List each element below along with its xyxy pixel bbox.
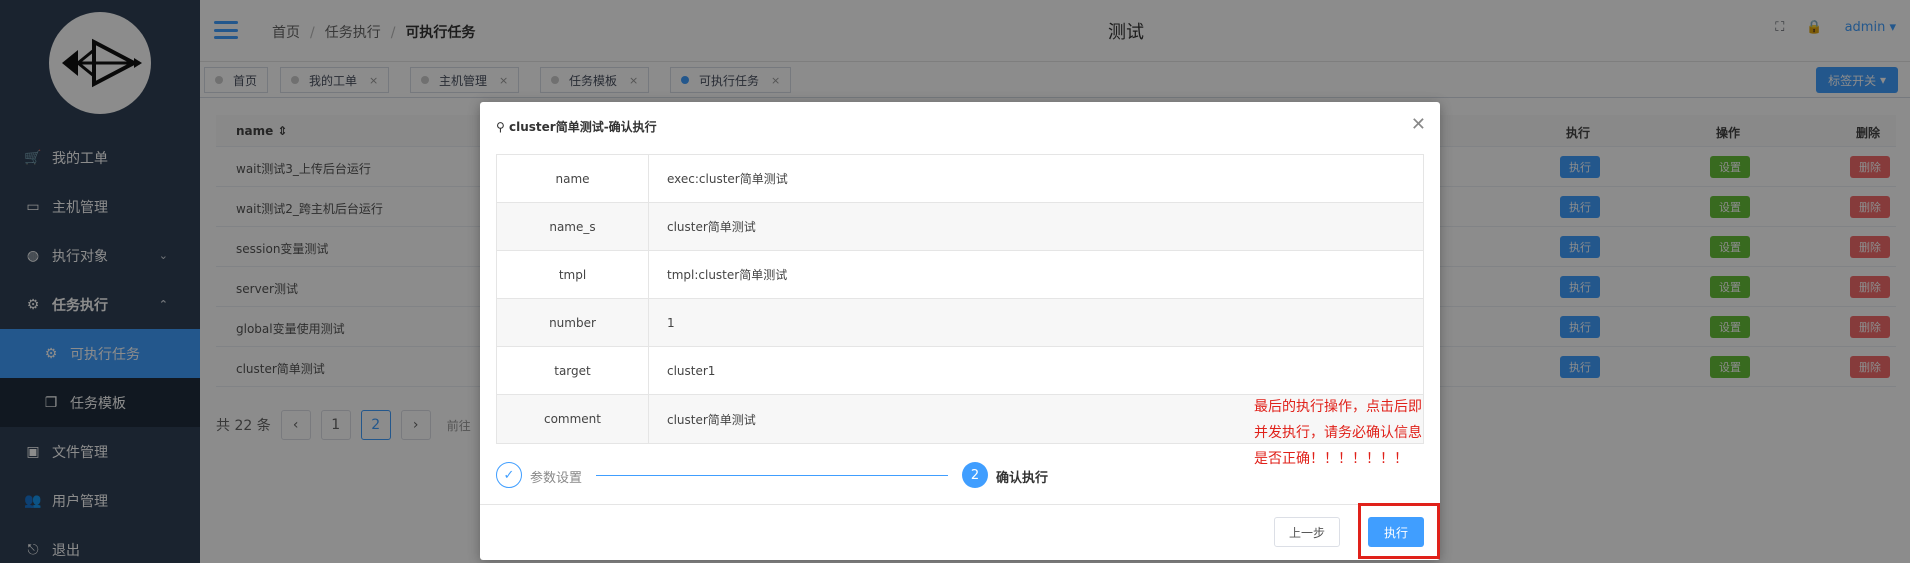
param-row: number 1 xyxy=(497,299,1423,347)
step-number: 2 xyxy=(962,462,988,488)
dialog-footer: 上一步 执行 xyxy=(480,503,1440,560)
prev-step-button[interactable]: 上一步 xyxy=(1274,517,1340,547)
step-label: 参数设置 xyxy=(530,471,583,486)
dialog-header: ⚲ cluster简单测试-确认执行 ✕ xyxy=(480,102,1440,146)
param-row: name_s cluster简单测试 xyxy=(497,203,1423,251)
close-icon[interactable]: ✕ xyxy=(1411,114,1426,135)
check-icon: ✓ xyxy=(496,462,522,488)
dialog-title: ⚲ cluster简单测试-确认执行 xyxy=(496,120,657,134)
step-label: 确认执行 xyxy=(996,471,1049,486)
param-row: target cluster1 xyxy=(497,347,1423,395)
location-pin-icon: ⚲ xyxy=(496,120,505,134)
param-row: name exec:cluster简单测试 xyxy=(497,155,1423,203)
step-connector xyxy=(596,475,948,476)
execute-button[interactable]: 执行 xyxy=(1368,517,1424,547)
confirm-dialog: ⚲ cluster简单测试-确认执行 ✕ name exec:cluster简单测… xyxy=(480,102,1440,560)
annotation-text: 最后的执行操作，点击后即并发执行，请务必确认信息是否正确！！！！！！！ xyxy=(1254,399,1422,467)
param-row: tmpl tmpl:cluster简单测试 xyxy=(497,251,1423,299)
